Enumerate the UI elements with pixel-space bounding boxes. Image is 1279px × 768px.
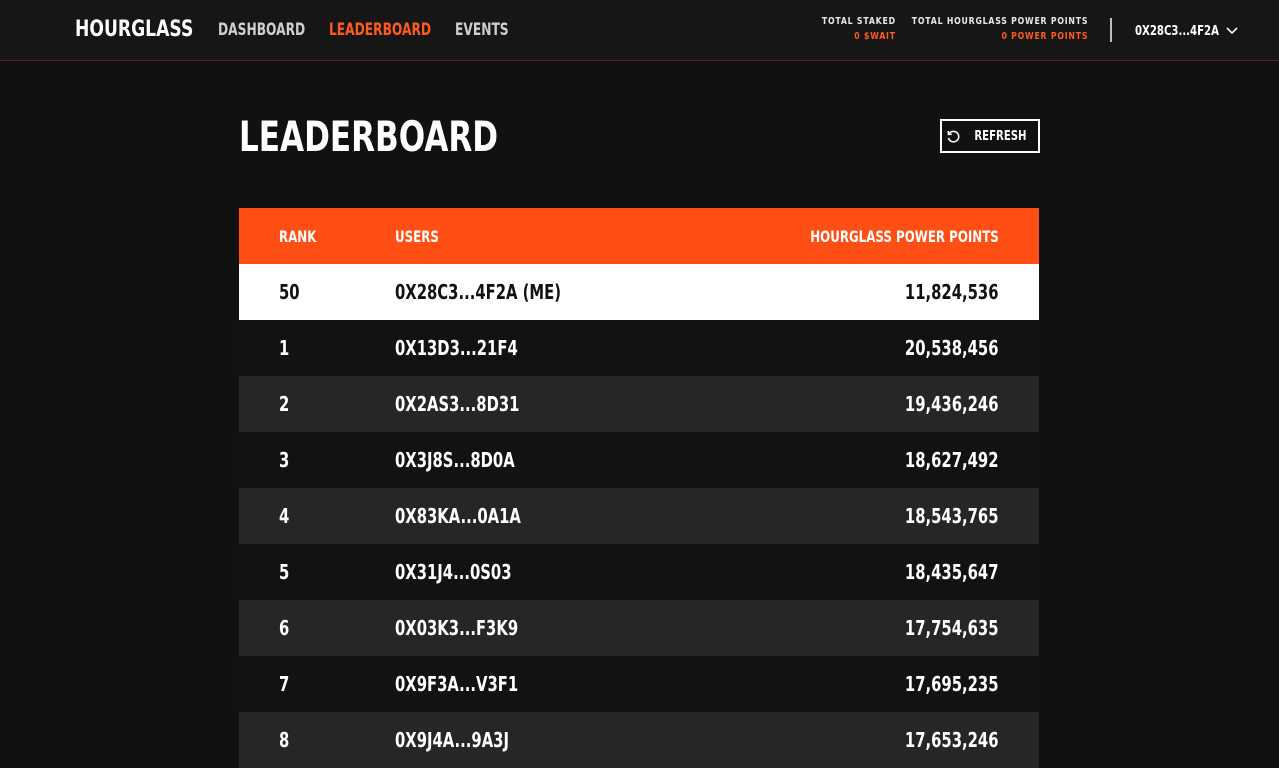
- chevron-down-icon: [1226, 27, 1238, 35]
- total-power-points-label: TOTAL HOURGLASS POWER POINTS: [911, 16, 1088, 27]
- table-row: 7 0X9F3A...V3F1 17,695,235: [239, 656, 1039, 712]
- rank-cell: 5: [279, 560, 290, 584]
- rank-cell: 7: [279, 672, 290, 696]
- column-header-rank: RANK: [279, 227, 317, 246]
- column-header-users: USERS: [395, 227, 439, 246]
- points-cell: 17,653,246: [905, 728, 999, 752]
- points-cell: 11,824,536: [905, 280, 999, 304]
- user-cell: 0X31J4...0S03: [395, 560, 512, 584]
- nav-link-leaderboard[interactable]: LEADERBOARD: [329, 20, 431, 40]
- nav-link-dashboard[interactable]: DASHBOARD: [218, 20, 305, 40]
- rank-cell: 4: [279, 504, 290, 528]
- table-row: 2 0X2AS3...8D31 19,436,246: [239, 376, 1039, 432]
- nav-divider: [1110, 18, 1112, 42]
- points-cell: 17,695,235: [905, 672, 999, 696]
- user-cell: 0X13D3...21F4: [395, 336, 518, 360]
- refresh-button[interactable]: REFRESH: [940, 119, 1040, 153]
- user-cell: 0X3J8S...8D0A: [395, 448, 515, 472]
- points-cell: 17,754,635: [905, 616, 999, 640]
- user-cell: 0X9J4A...9A3J: [395, 728, 509, 752]
- points-cell: 18,627,492: [905, 448, 999, 472]
- nav-link-events[interactable]: EVENTS: [455, 20, 509, 40]
- wallet-address: 0X28C3...4F2A: [1135, 23, 1219, 39]
- table-row: 1 0X13D3...21F4 20,538,456: [239, 320, 1039, 376]
- column-header-points: HOURGLASS POWER POINTS: [810, 227, 999, 246]
- brand-logo[interactable]: HOURGLASS: [75, 17, 193, 42]
- refresh-icon: [947, 130, 960, 143]
- user-cell: 0X03K3...F3K9: [395, 616, 519, 640]
- rank-cell: 2: [279, 392, 290, 416]
- user-cell: 0X28C3...4F2A (ME): [395, 280, 562, 304]
- refresh-label: REFRESH: [974, 128, 1027, 144]
- top-navigation-bar: HOURGLASS DASHBOARD LEADERBOARD EVENTS T…: [0, 0, 1279, 61]
- points-cell: 18,543,765: [905, 504, 999, 528]
- leaderboard-table: RANK USERS HOURGLASS POWER POINTS 50 0X2…: [239, 208, 1039, 768]
- points-cell: 20,538,456: [905, 336, 999, 360]
- user-cell: 0X83KA...0A1A: [395, 504, 521, 528]
- user-cell: 0X9F3A...V3F1: [395, 672, 519, 696]
- table-row: 4 0X83KA...0A1A 18,543,765: [239, 488, 1039, 544]
- table-row-current-user: 50 0X28C3...4F2A (ME) 11,824,536: [239, 264, 1039, 320]
- page-title: LEADERBOARD: [239, 112, 499, 161]
- points-cell: 19,436,246: [905, 392, 999, 416]
- rank-cell: 8: [279, 728, 290, 752]
- rank-cell: 1: [279, 336, 290, 360]
- wallet-dropdown[interactable]: 0X28C3...4F2A: [1135, 22, 1239, 40]
- table-header: RANK USERS HOURGLASS POWER POINTS: [239, 208, 1039, 264]
- table-row: 6 0X03K3...F3K9 17,754,635: [239, 600, 1039, 656]
- rank-cell: 3: [279, 448, 290, 472]
- total-power-points-value: 0 POWER POINTS: [1001, 31, 1088, 42]
- points-cell: 18,435,647: [905, 560, 999, 584]
- rank-cell: 6: [279, 616, 290, 640]
- table-row: 5 0X31J4...0S03 18,435,647: [239, 544, 1039, 600]
- table-row: 3 0X3J8S...8D0A 18,627,492: [239, 432, 1039, 488]
- rank-cell: 50: [279, 280, 300, 304]
- total-power-points-stat: TOTAL HOURGLASS POWER POINTS 0 POWER POI…: [862, 16, 1088, 42]
- user-cell: 0X2AS3...8D31: [395, 392, 520, 416]
